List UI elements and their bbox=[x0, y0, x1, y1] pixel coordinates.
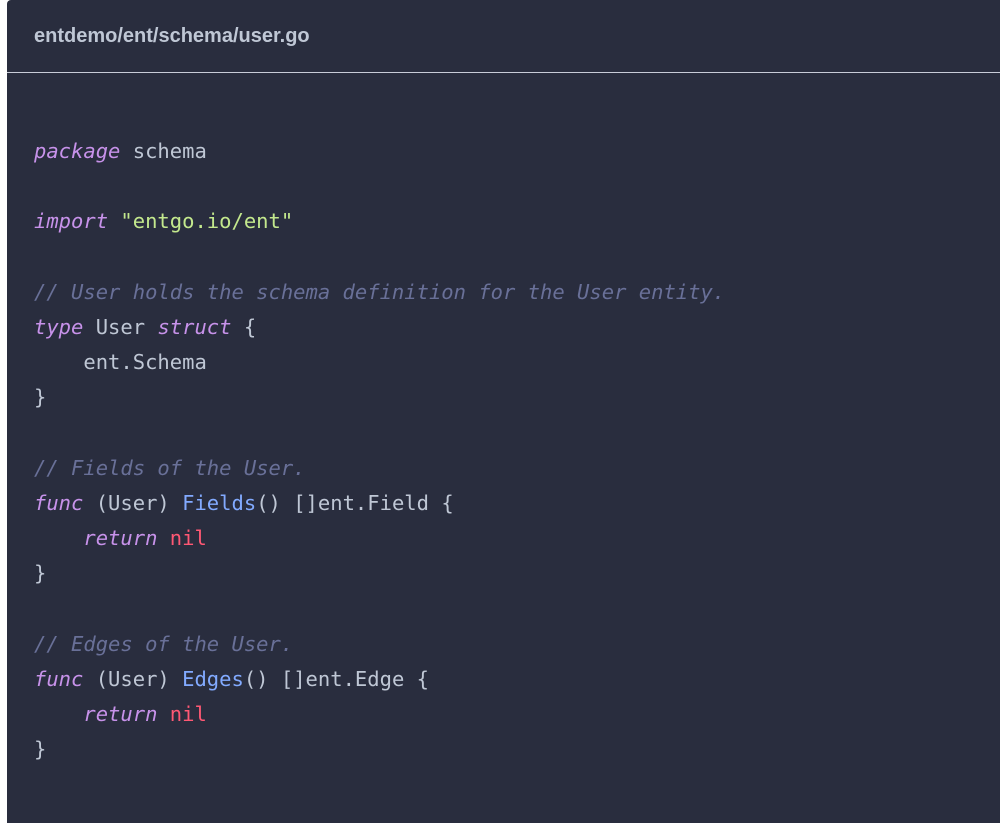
code-token-kw: return bbox=[83, 526, 158, 551]
code-token-plain: } bbox=[34, 737, 47, 762]
code-token-kw: return bbox=[83, 702, 158, 726]
code-token-kw: struct bbox=[157, 314, 232, 339]
code-token-comment: // Fields of the User. bbox=[34, 455, 306, 480]
code-line: type User struct { bbox=[34, 310, 973, 345]
code-line: } bbox=[34, 732, 973, 767]
code-token-plain: } bbox=[34, 385, 47, 410]
code-token-nil: nil bbox=[169, 526, 207, 551]
code-token-plain: (User) bbox=[83, 490, 183, 515]
code-line: import "entgo.io/ent" bbox=[34, 204, 973, 239]
code-line: return nil bbox=[34, 697, 973, 732]
code-line: // User holds the schema definition for … bbox=[34, 275, 973, 310]
code-line: } bbox=[34, 380, 973, 415]
code-content[interactable]: package schema import "entgo.io/ent" // Us… bbox=[7, 134, 1000, 767]
code-token-plain: schema bbox=[120, 139, 207, 163]
code-line: // Fields of the User. bbox=[34, 451, 973, 486]
code-token-plain: (User) bbox=[83, 666, 183, 691]
code-token-comment: // Edges of the User. bbox=[34, 631, 294, 656]
code-line: func (User) Edges() []ent.Edge { bbox=[34, 662, 973, 697]
code-token-plain: { bbox=[231, 314, 257, 339]
code-token-fn: Fields bbox=[182, 490, 257, 515]
code-token-plain: () []ent.Field { bbox=[256, 490, 454, 515]
code-line: } bbox=[34, 556, 973, 591]
code-line: return nil bbox=[34, 521, 973, 556]
code-token-kw: func bbox=[34, 666, 84, 691]
code-token-fn: Edges bbox=[182, 666, 244, 691]
code-block-title: entdemo/ent/schema/user.go bbox=[7, 0, 1000, 73]
code-line: ent.Schema bbox=[34, 345, 973, 380]
code-token-str: "entgo.io/ent" bbox=[120, 209, 294, 234]
code-token-plain: } bbox=[34, 561, 47, 586]
code-line: func (User) Fields() []ent.Field { bbox=[34, 486, 973, 521]
code-token-nil: nil bbox=[169, 702, 207, 726]
code-token-plain: ent.Schema bbox=[34, 350, 207, 375]
code-token-plain: User bbox=[83, 314, 158, 339]
code-token-kw: type bbox=[34, 314, 84, 339]
code-block: entdemo/ent/schema/user.go package schem… bbox=[7, 0, 1000, 823]
code-token-kw: package bbox=[34, 139, 121, 163]
code-line: package schema bbox=[34, 134, 973, 169]
code-line: // Edges of the User. bbox=[34, 627, 973, 662]
code-token-kw: import bbox=[34, 209, 109, 234]
code-token-plain: () []ent.Edge { bbox=[243, 666, 429, 691]
code-token-comment: // User holds the schema definition for … bbox=[34, 279, 726, 304]
code-token-kw: func bbox=[34, 490, 84, 515]
